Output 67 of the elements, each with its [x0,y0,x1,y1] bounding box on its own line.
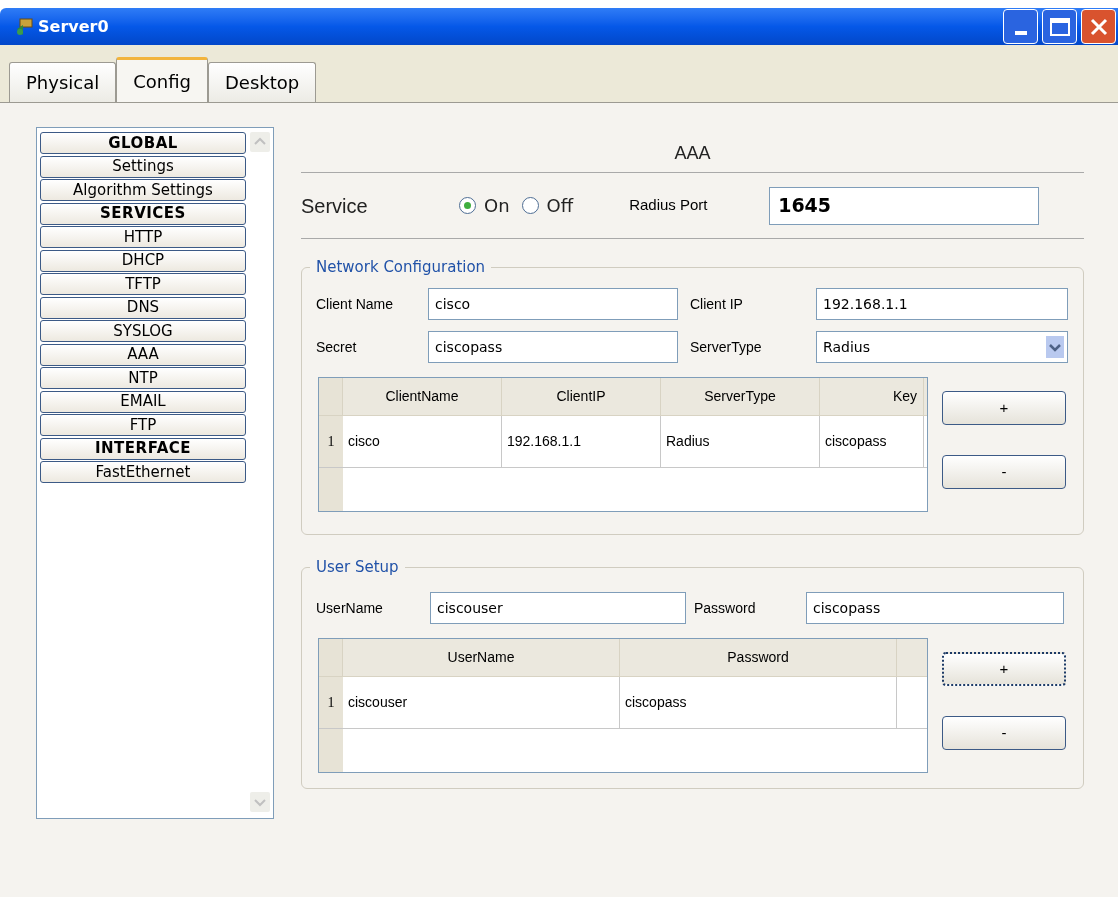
field-label: UserName [316,598,384,618]
sidebar-item[interactable]: Algorithm Settings [40,179,246,201]
tab[interactable]: Physical [9,62,117,102]
sidebar-item[interactable]: AAA [40,343,246,366]
field-label: Client Name [316,294,395,314]
port-label: Radius Port [629,195,709,216]
scroll-up-icon [250,132,270,152]
table-button[interactable]: - [942,716,1066,750]
row-header-cell [319,468,343,511]
sidebar-item[interactable]: Settings [40,155,246,178]
table-cell: 192.168.1.1 [502,416,661,467]
field-label: Secret [316,337,358,357]
sidebar-item[interactable]: DHCP [40,249,246,272]
field-label: Client IP [690,294,744,314]
text-field[interactable]: ciscopass [806,592,1064,624]
table-cell: ciscouser [343,677,620,728]
minimize-button[interactable] [1003,9,1038,44]
sidebar-item[interactable]: NTP [40,367,246,389]
tab[interactable]: Desktop [208,62,317,102]
text-field[interactable]: 192.168.1.1 [816,288,1068,320]
maximize-button[interactable] [1042,9,1077,44]
close-button[interactable] [1081,9,1116,44]
panel-title: AAA [674,142,711,165]
radio-label: On [484,194,510,218]
chevron-down-icon [1046,336,1064,358]
table-button[interactable]: + [942,391,1066,425]
sidebar-item[interactable]: SERVICES [40,202,246,225]
text-field[interactable]: ciscouser [430,592,686,624]
server-type-dropdown[interactable]: Radius [816,331,1068,363]
sidebar-item[interactable]: GLOBAL [40,132,246,154]
column-header: ServerType [661,378,820,415]
row-number: 1 [319,416,343,467]
sidebar-item[interactable]: TFTP [40,273,246,295]
row-number: 1 [319,677,343,728]
tab[interactable]: Config [116,57,208,102]
field-label: Password [694,598,757,618]
window-title: Server0 [38,15,109,38]
column-header: Password [620,639,897,676]
sidebar-item[interactable]: FastEthernet [40,461,246,483]
row-header-cell [319,729,343,772]
sidebar-item[interactable]: EMAIL [40,390,246,413]
sidebar-item[interactable]: INTERFACE [40,437,246,460]
table-cell: ciscopass [620,677,897,728]
table-cell: ciscopass [820,416,924,467]
radio-button[interactable] [521,197,539,214]
text-field[interactable]: cisco [428,288,678,320]
table-cell: Radius [661,416,820,467]
sidebar-item[interactable]: DNS [40,296,246,319]
sidebar-item[interactable]: SYSLOG [40,320,246,342]
sidebar-item[interactable]: HTTP [40,226,246,248]
radio-button[interactable] [459,197,476,214]
table-cell: cisco [343,416,502,467]
close-icon [1088,16,1109,37]
column-header: ClientIP [502,378,661,415]
column-header: Key [820,378,924,415]
table-button[interactable]: + [942,652,1066,686]
column-header: UserName [343,639,620,676]
scroll-down-icon [250,792,270,812]
service-label: Service [301,193,369,219]
port-field[interactable]: 1645 [769,186,1040,225]
radio-label: Off [546,194,574,218]
sidebar-item[interactable]: FTP [40,414,246,436]
text-field[interactable]: ciscopass [428,331,678,363]
server-icon [14,16,34,37]
field-label: ServerType [690,337,763,357]
column-header: ClientName [343,378,502,415]
table-button[interactable]: - [942,455,1066,489]
